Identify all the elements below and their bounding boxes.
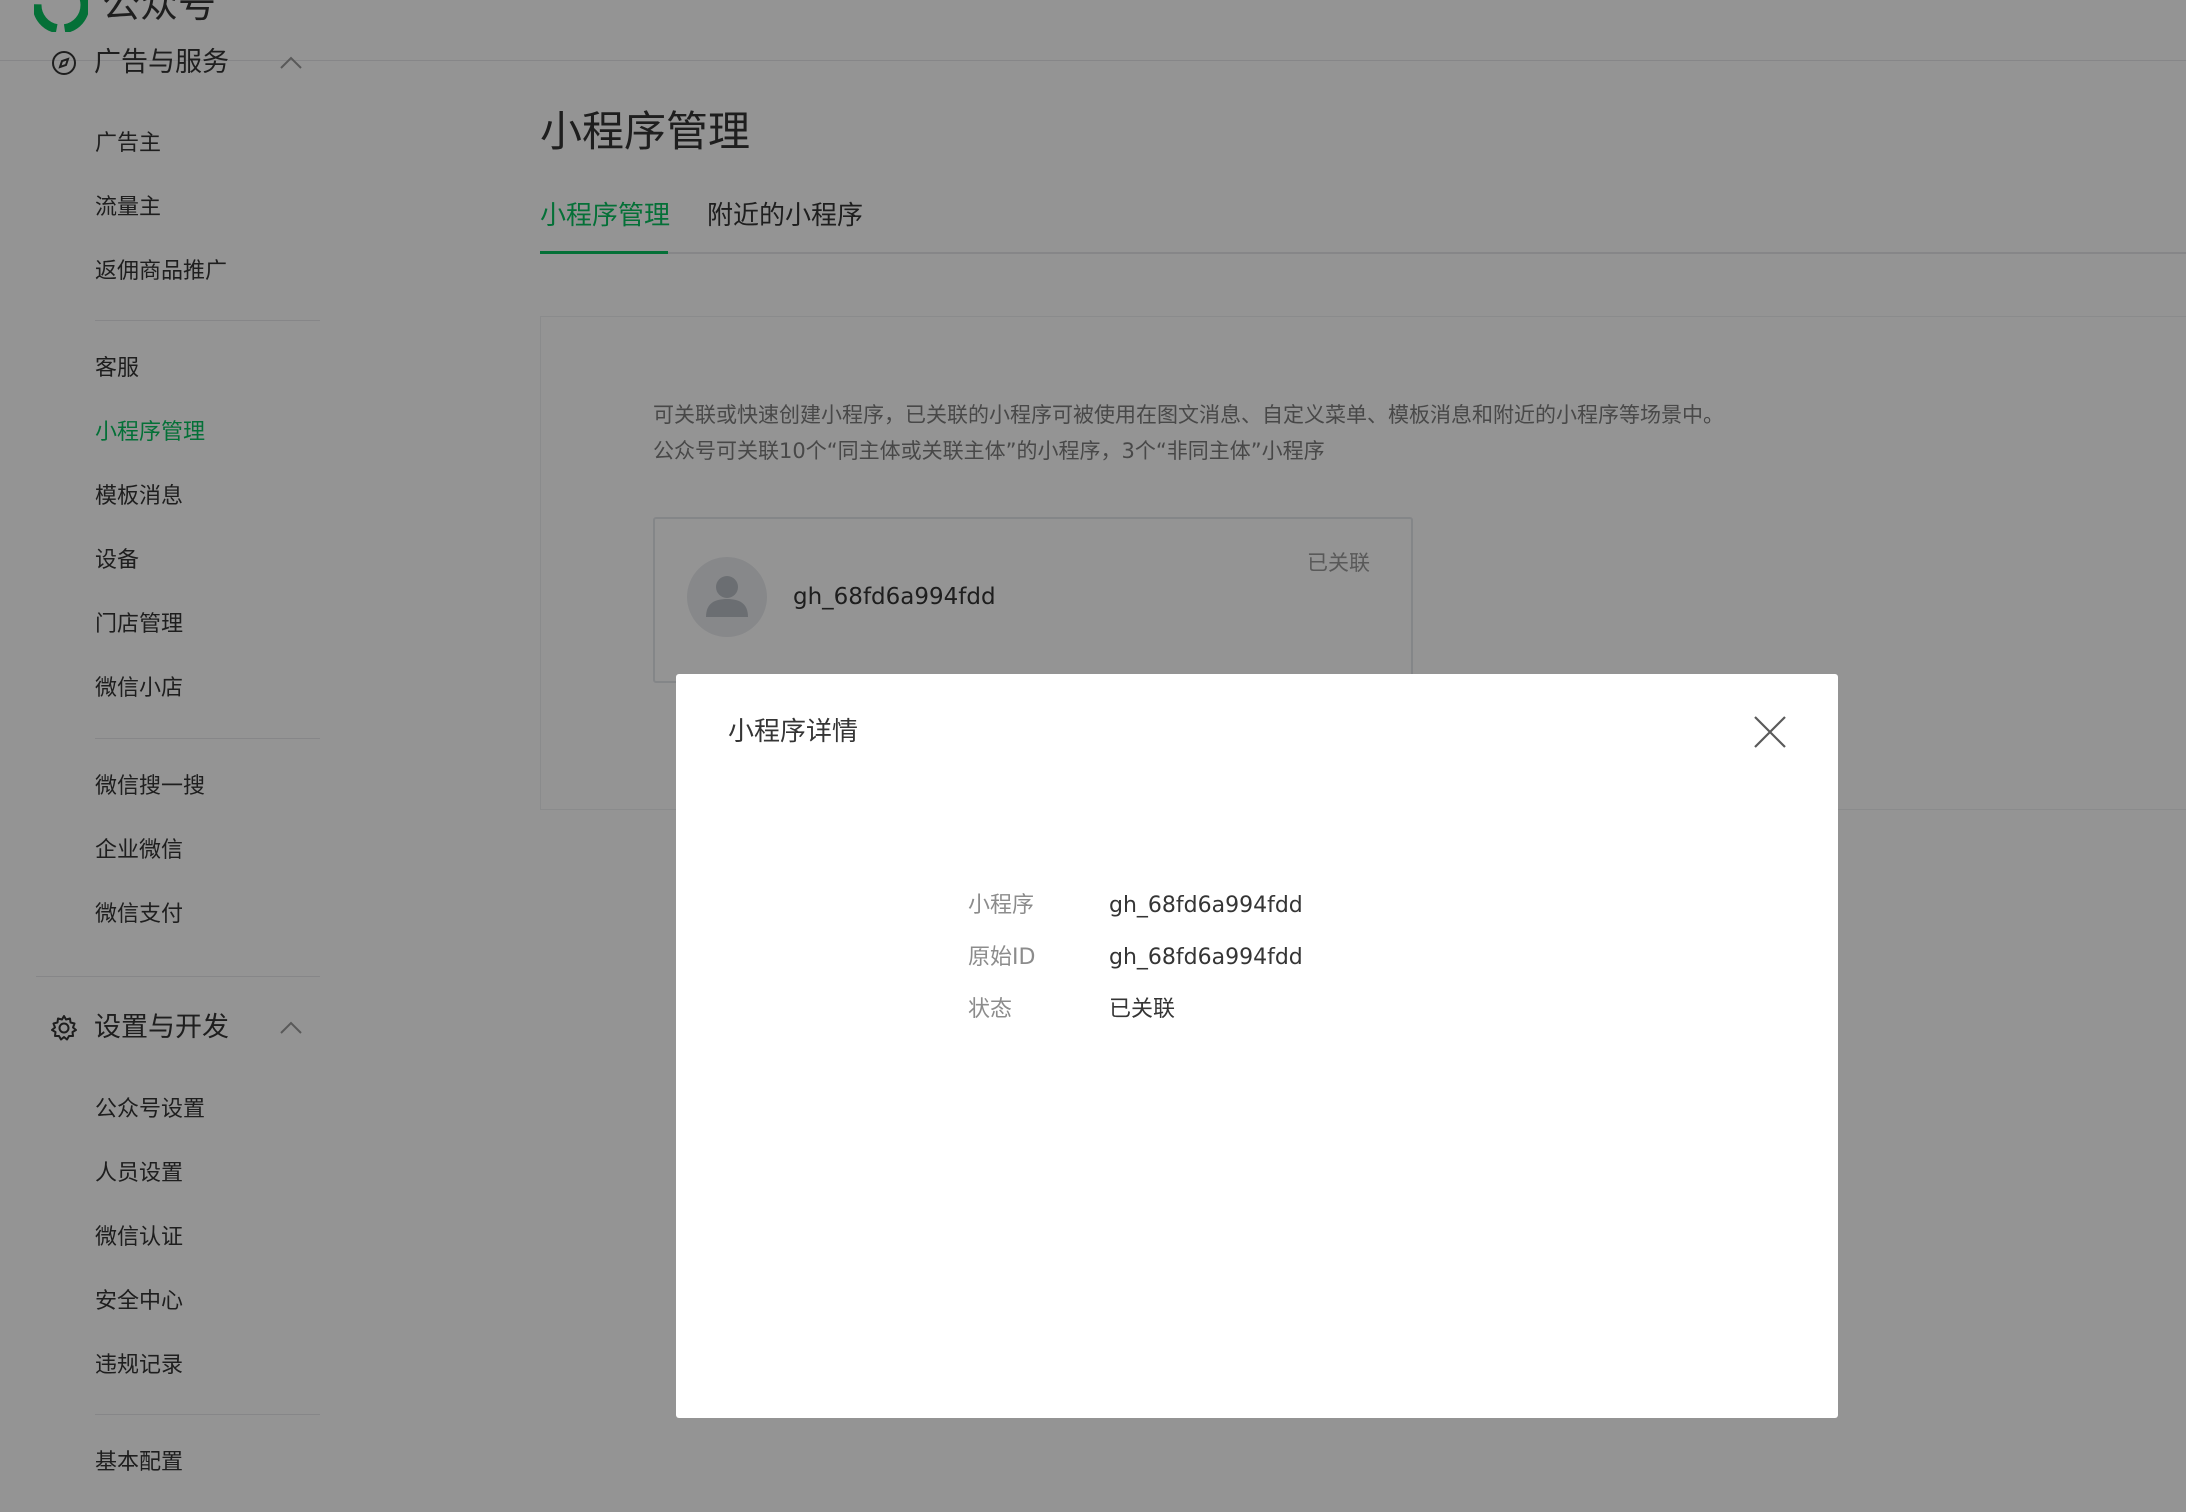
detail-value: 已关联 xyxy=(1109,997,1176,1022)
mini-program-detail-dialog: 小程序详情 小程序 gh_68fd6a994fdd 原始ID gh_68fd6a… xyxy=(676,674,1838,1418)
detail-label: 小程序 xyxy=(968,893,1035,918)
detail-row-status: 状态 已关联 xyxy=(968,990,1568,1030)
detail-row-original-id: 原始ID gh_68fd6a994fdd xyxy=(968,938,1568,978)
detail-row-mini-program: 小程序 gh_68fd6a994fdd xyxy=(968,886,1568,926)
detail-label: 状态 xyxy=(968,997,1013,1022)
detail-value: gh_68fd6a994fdd xyxy=(1109,893,1303,918)
close-icon[interactable] xyxy=(1750,712,1790,752)
detail-label: 原始ID xyxy=(968,945,1036,970)
dialog-title: 小程序详情 xyxy=(728,717,859,747)
detail-value: gh_68fd6a994fdd xyxy=(1109,945,1303,970)
